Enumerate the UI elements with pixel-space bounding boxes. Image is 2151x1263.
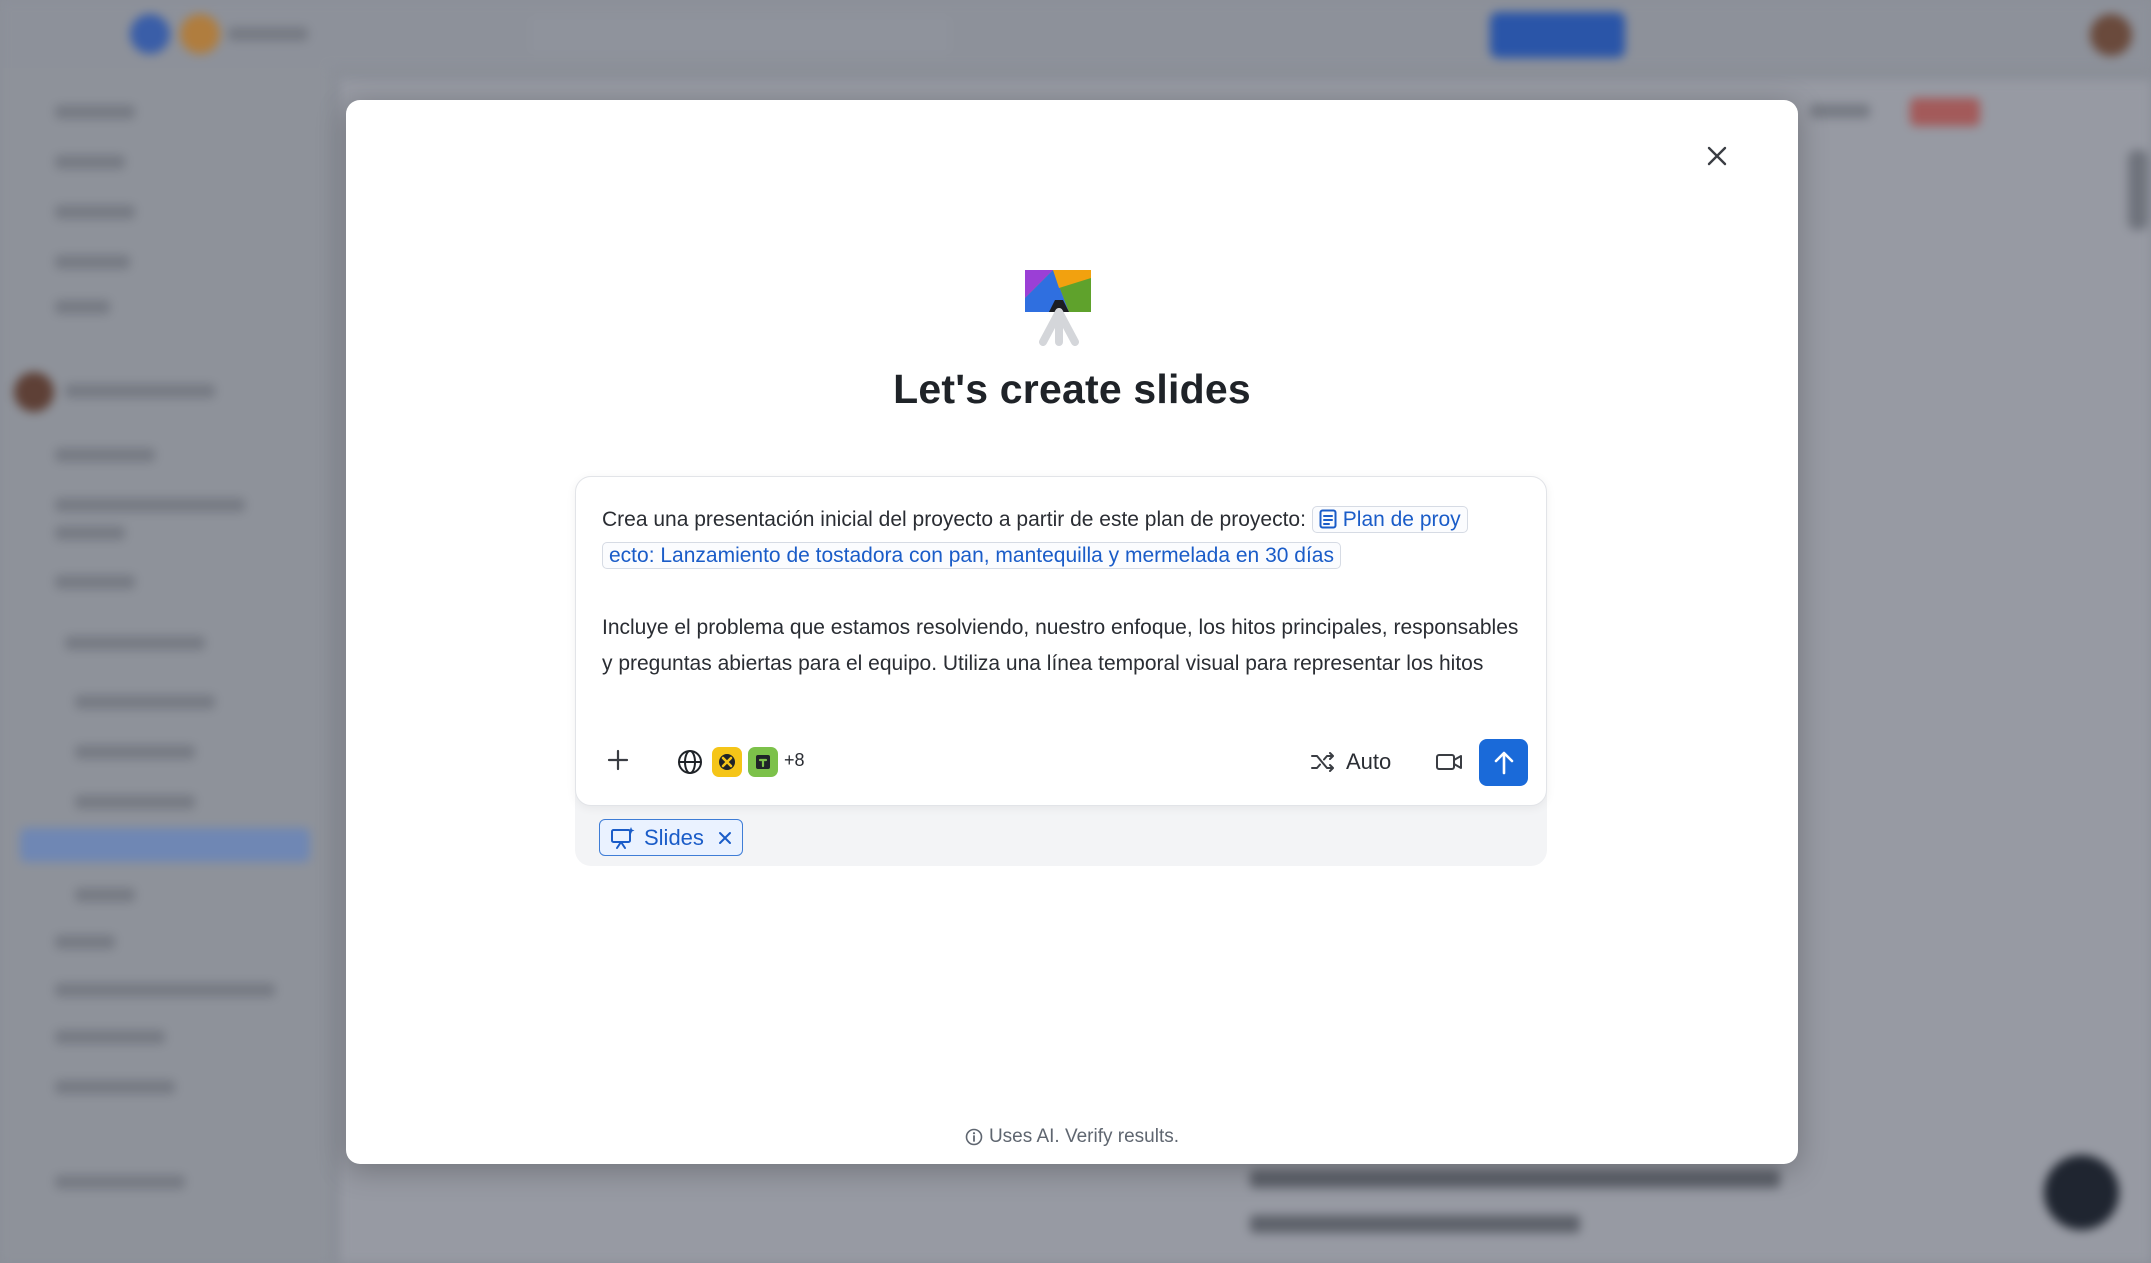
document-icon [1319,509,1337,529]
plus-icon [607,749,629,771]
add-attachment-button[interactable] [602,744,634,776]
close-icon [718,831,731,844]
video-button[interactable] [1432,745,1466,779]
video-icon [1436,754,1462,770]
shuffle-icon [1311,752,1334,772]
ai-disclaimer-text: Uses AI. Verify results. [988,1126,1180,1147]
mention-page-link-continued[interactable]: ecto: Lanzamiento de tostadora con pan, … [602,542,1341,569]
slides-presentation-icon [611,826,635,849]
background-search [530,16,950,54]
prompt-mention-line: ecto: Lanzamiento de tostadora con pan, … [602,538,1532,574]
mention-page-link[interactable]: Plan de proy [1311,506,1468,533]
connector-source-icon-2[interactable] [748,747,778,777]
background-logo [130,14,170,54]
background-fab [2044,1155,2119,1230]
more-sources-count[interactable]: +8 [784,750,805,771]
prompt-input[interactable]: Crea una presentación inicial del proyec… [602,502,1532,682]
arrow-up-icon [1494,751,1513,774]
slides-chip-label: Slides [644,824,704,850]
slides-mode-chip[interactable]: Slides [599,819,743,856]
prompt-first-paragraph: Crea una presentación inicial del proyec… [602,502,1532,538]
model-selector-button[interactable]: Auto [1310,742,1391,782]
prompt-body-text: Incluye el problema que estamos resolvie… [602,616,1519,675]
prompt-intro-text: Crea una presentación inicial del proyec… [602,508,1306,531]
slides-logo-icon [1025,270,1095,346]
background-logo-2 [180,14,220,54]
close-icon [1707,146,1727,166]
close-button[interactable] [1698,137,1736,175]
modal-title: Let's create slides [893,366,1251,412]
ai-disclaimer: Uses AI. Verify results. [346,1126,1798,1148]
info-icon [965,1128,983,1146]
mention-text-1: Plan de proy [1342,508,1461,531]
connector-source-icon[interactable] [712,747,742,777]
background-primary-button [1490,12,1625,58]
remove-chip-button[interactable] [718,831,732,845]
web-source-globe-icon[interactable] [676,748,704,776]
background-topbar [0,0,2151,68]
background-avatar [2090,14,2132,56]
send-button[interactable] [1479,739,1528,786]
model-selector-label: Auto [1346,749,1392,774]
